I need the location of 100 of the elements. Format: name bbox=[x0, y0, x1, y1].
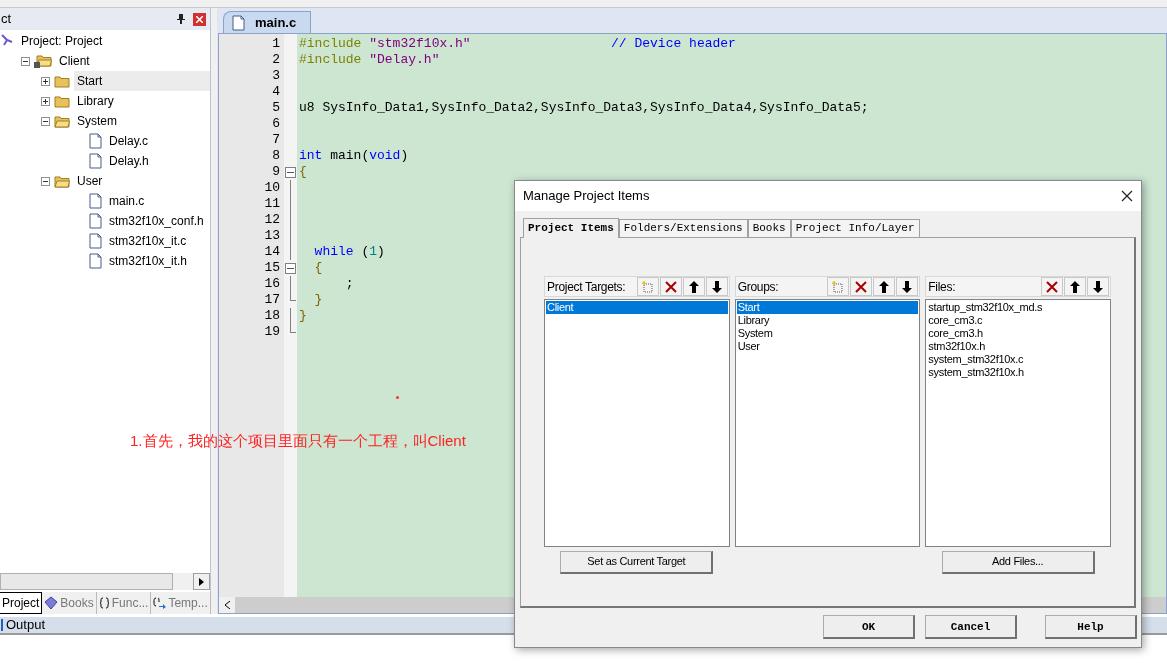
delete-icon bbox=[855, 280, 868, 293]
tree-item[interactable]: stm32f10x_it.h bbox=[106, 251, 191, 271]
list-item[interactable]: core_cm3.c bbox=[927, 314, 1109, 327]
code-line: while (1) bbox=[313, 244, 385, 259]
dialog-button[interactable]: Cancel bbox=[925, 615, 1017, 640]
file-icon bbox=[89, 193, 102, 209]
new-item-icon bbox=[832, 280, 845, 293]
tree-item[interactable]: Library bbox=[74, 91, 117, 111]
line-number: 11 bbox=[263, 196, 281, 212]
panel-tab[interactable]: Func... bbox=[96, 592, 152, 614]
toolbar-button[interactable] bbox=[1064, 277, 1086, 296]
expand-toggle[interactable] bbox=[41, 76, 50, 86]
panel-tab[interactable]: Books bbox=[42, 592, 97, 614]
toolbar-button[interactable] bbox=[705, 277, 728, 296]
toolbar-button[interactable] bbox=[1087, 277, 1109, 296]
code-line: } bbox=[299, 308, 307, 323]
list-item[interactable]: User bbox=[736, 340, 919, 353]
line-number: 3 bbox=[271, 68, 281, 84]
list-item[interactable]: Client bbox=[546, 301, 728, 314]
panel-tab[interactable]: Temp... bbox=[151, 592, 211, 614]
editor-tab[interactable]: main.c bbox=[223, 11, 311, 33]
arrow-down-icon bbox=[902, 280, 913, 293]
list-label: Groups: bbox=[737, 278, 779, 296]
expand-toggle[interactable] bbox=[41, 96, 50, 106]
close-icon[interactable] bbox=[1121, 190, 1133, 202]
line-number: 1 bbox=[271, 36, 281, 52]
tree-item[interactable]: System bbox=[74, 111, 120, 131]
list-item[interactable]: system_stm32f10x.h bbox=[927, 366, 1109, 379]
toolbar-button[interactable] bbox=[873, 277, 896, 296]
list-box[interactable]: startup_stm32f10x_md.s core_cm3.c core_cm3.h stm32f10x.h system_stm32f10x.c system_stm32f10x.h bbox=[925, 299, 1111, 547]
code-line: } bbox=[313, 292, 323, 307]
list-item[interactable]: Start bbox=[736, 301, 919, 314]
list-box[interactable]: Client bbox=[544, 299, 730, 547]
tree-item[interactable]: User bbox=[74, 171, 106, 191]
horizontal-scrollbar[interactable] bbox=[0, 573, 210, 590]
line-number: 13 bbox=[263, 228, 281, 244]
list-action-button[interactable]: Add Files... bbox=[941, 550, 1095, 574]
line-number: 6 bbox=[271, 116, 281, 132]
close-icon bbox=[196, 15, 203, 23]
target-folder-icon bbox=[34, 54, 52, 68]
list-box[interactable]: Start Library System User bbox=[734, 299, 921, 547]
fold-toggle[interactable] bbox=[285, 167, 296, 178]
line-number: 12 bbox=[263, 212, 281, 228]
line-number: 2 bbox=[271, 52, 281, 68]
list-item[interactable]: system_stm32f10x.c bbox=[927, 353, 1109, 366]
output-title[interactable]: Output bbox=[6, 615, 46, 635]
scroll-left-button[interactable] bbox=[219, 597, 235, 613]
line-number: 14 bbox=[263, 244, 281, 260]
book-icon bbox=[44, 596, 59, 610]
list-item[interactable]: System bbox=[736, 327, 919, 340]
list-item[interactable]: startup_stm32f10x_md.s bbox=[927, 301, 1109, 314]
pin-icon[interactable] bbox=[177, 14, 185, 24]
arrow-down-icon bbox=[1093, 280, 1103, 293]
tree-item[interactable]: Start bbox=[74, 71, 210, 91]
collapse-toggle[interactable] bbox=[21, 56, 30, 66]
dialog-title: Manage Project Items bbox=[523, 187, 650, 206]
folder-icon bbox=[54, 94, 70, 108]
arrow-up-icon bbox=[879, 280, 890, 293]
delete-icon bbox=[664, 280, 677, 293]
line-number: 4 bbox=[271, 84, 281, 100]
toolbar-button[interactable] bbox=[850, 277, 873, 296]
tree-item[interactable]: Project: Project bbox=[18, 31, 106, 51]
tree-item[interactable]: stm32f10x_it.c bbox=[106, 231, 190, 251]
line-number: 17 bbox=[263, 292, 281, 308]
line-number: 19 bbox=[263, 324, 281, 340]
file-icon bbox=[89, 133, 102, 149]
toolbar-button[interactable] bbox=[659, 277, 682, 296]
code-line: { bbox=[299, 164, 307, 179]
code-line: { bbox=[313, 260, 323, 275]
dialog-tab[interactable]: Project Items bbox=[523, 218, 619, 238]
scrollbar-thumb[interactable] bbox=[0, 573, 173, 590]
fold-toggle[interactable] bbox=[285, 263, 296, 274]
file-icon bbox=[89, 153, 102, 169]
list-item[interactable]: core_cm3.h bbox=[927, 327, 1109, 340]
collapse-toggle[interactable] bbox=[41, 116, 50, 126]
new-item-icon bbox=[641, 280, 654, 293]
tree-item[interactable]: Delay.h bbox=[106, 151, 152, 171]
tree-item[interactable]: Client bbox=[56, 51, 93, 71]
panel-title: ct bbox=[1, 10, 12, 29]
dialog-tab[interactable]: Project Info/Layer bbox=[790, 219, 920, 237]
code-line: ; bbox=[344, 276, 354, 291]
tree-item[interactable]: stm32f10x_conf.h bbox=[106, 211, 207, 231]
tree-item[interactable]: main.c bbox=[106, 191, 148, 211]
code-line: #include "stm32f10x.h" // Device header bbox=[299, 36, 736, 51]
list-item[interactable]: Library bbox=[736, 314, 919, 327]
tree-item[interactable]: Delay.c bbox=[106, 131, 152, 151]
list-item[interactable]: stm32f10x.h bbox=[927, 340, 1109, 353]
toolbar-button[interactable] bbox=[682, 277, 705, 296]
scroll-right-button[interactable] bbox=[193, 573, 210, 590]
dialog-button[interactable]: OK bbox=[823, 615, 915, 640]
collapse-toggle[interactable] bbox=[41, 176, 50, 186]
list-action-button[interactable]: Set as Current Target bbox=[560, 550, 714, 574]
close-button[interactable] bbox=[193, 12, 206, 26]
line-number: 18 bbox=[263, 308, 281, 324]
dialog-button[interactable]: Help bbox=[1045, 615, 1137, 640]
dialog-tab[interactable]: Books bbox=[747, 219, 791, 237]
panel-tab[interactable]: Project bbox=[0, 592, 43, 614]
toolbar-button[interactable] bbox=[1041, 277, 1063, 296]
toolbar-button[interactable] bbox=[896, 277, 919, 296]
dialog-tab[interactable]: Folders/Extensions bbox=[618, 219, 748, 237]
